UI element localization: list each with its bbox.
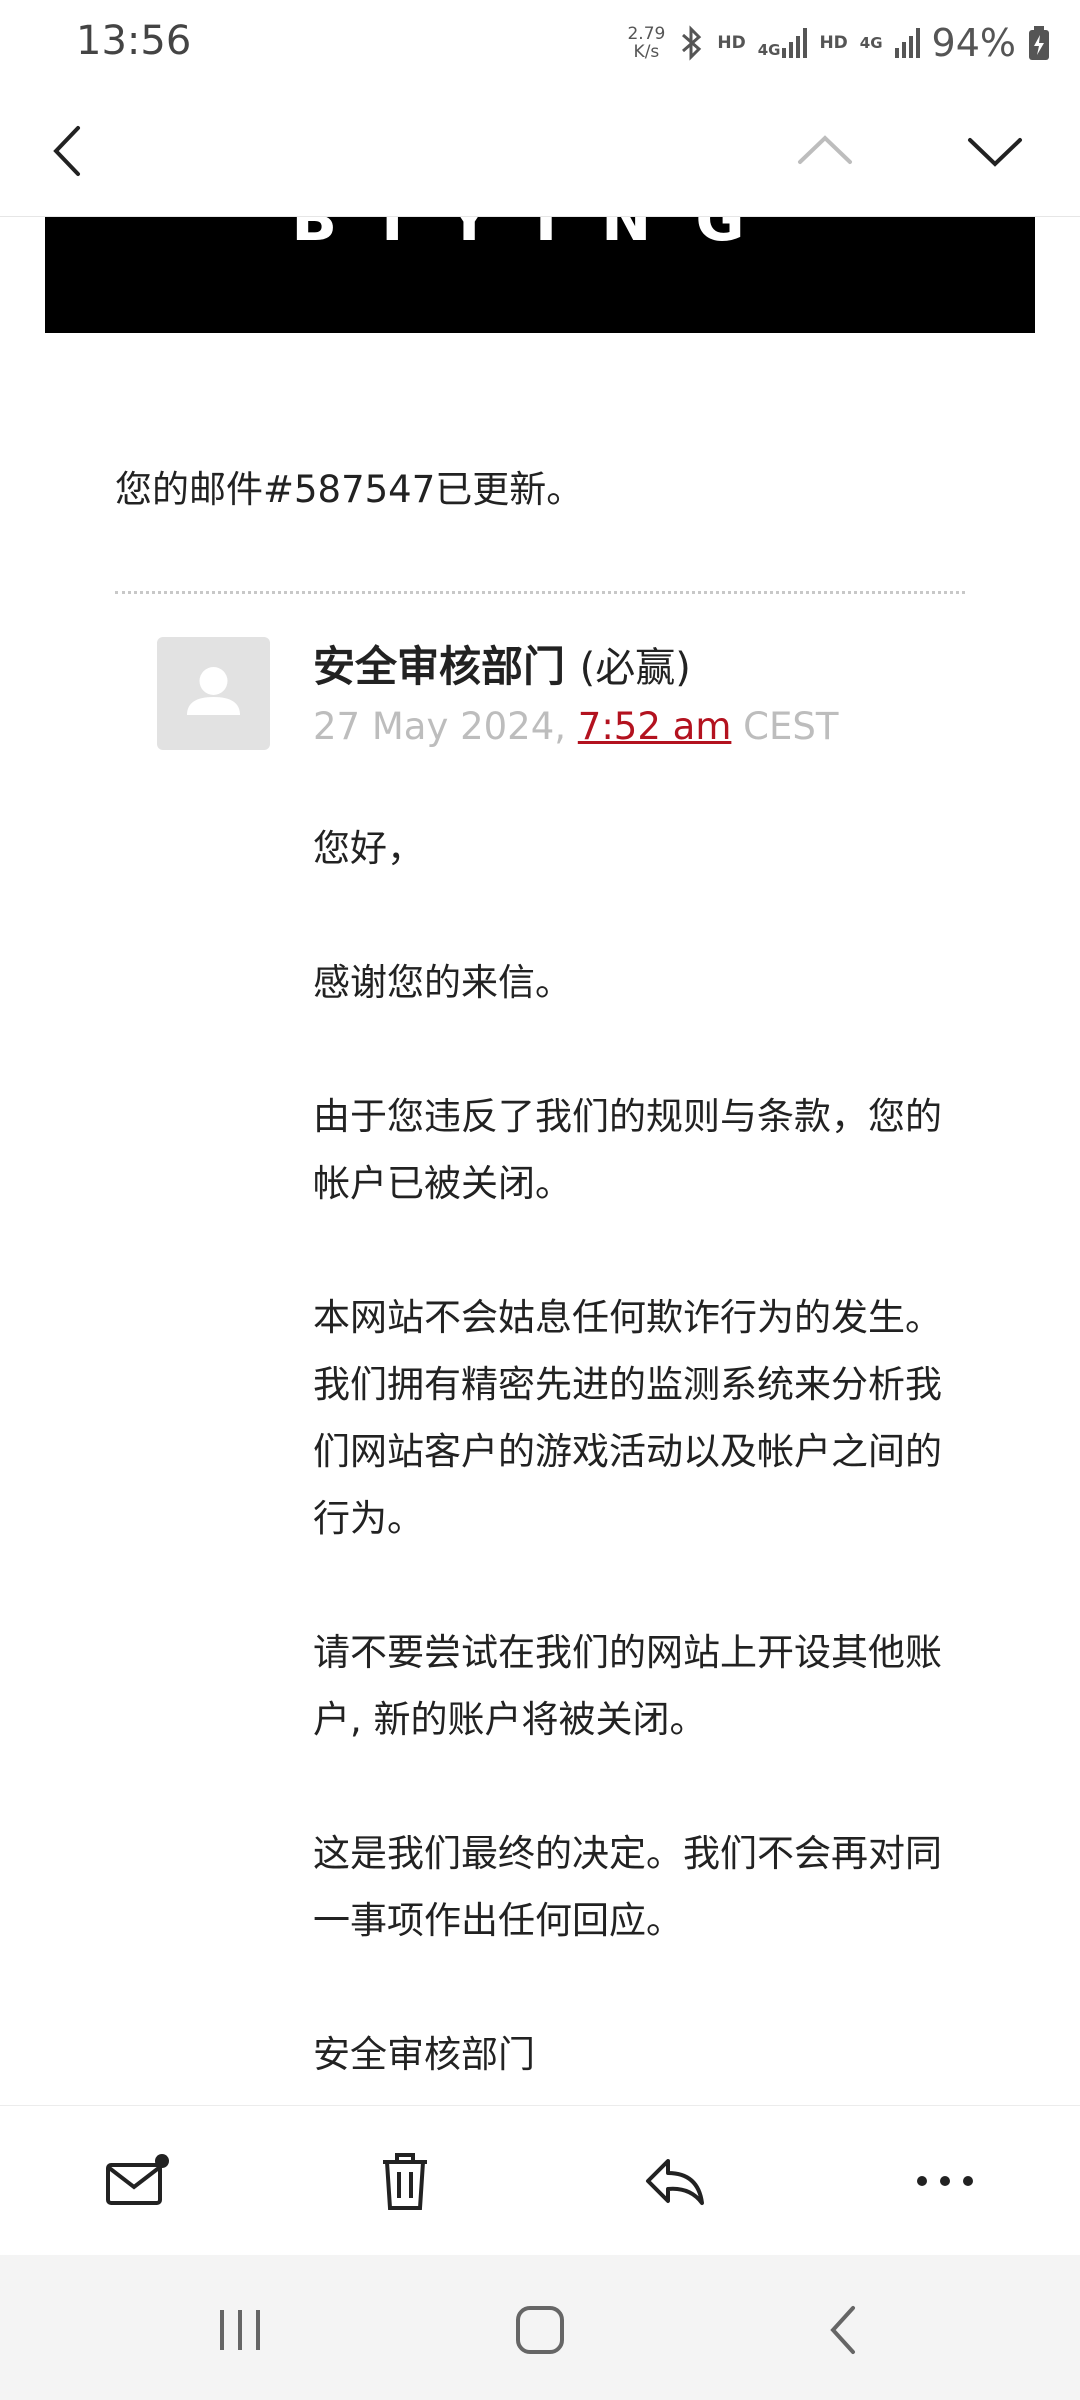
back-button[interactable] xyxy=(40,116,100,186)
message-paragraph: 本网站不会姑息任何欺诈行为的发生。我们拥有精密先进的监测系统来分析我们网站客户的… xyxy=(313,1296,942,1540)
email-banner: BIYING xyxy=(45,217,1035,333)
message-paragraph: 请不要尝试在我们的网站上开设其他账户, 新的账户将被关闭。 xyxy=(313,1631,942,1741)
message-paragraph: 感谢您的来信。 xyxy=(313,961,572,1004)
sender-org: (必赢) xyxy=(579,645,691,691)
action-bar xyxy=(0,2105,1080,2256)
signal-icon-1 xyxy=(782,28,808,58)
mail-unread-icon xyxy=(106,2154,169,2205)
system-back-button[interactable] xyxy=(815,2300,875,2364)
previous-email-button[interactable] xyxy=(790,116,860,186)
network-type-2: 4G xyxy=(859,33,883,52)
hd-label-2: HD xyxy=(819,33,848,53)
next-email-button[interactable] xyxy=(960,116,1030,186)
top-nav-bar xyxy=(0,86,1080,217)
signal-icon-2 xyxy=(894,28,920,58)
message-body: 您好， 感谢您的来信。 由于您违反了我们的规则与条款，您的帐户已被关闭。 本网站… xyxy=(313,815,963,2105)
chevron-left-icon xyxy=(53,126,80,176)
chevron-up-icon xyxy=(798,135,852,164)
more-options-button[interactable] xyxy=(900,2146,990,2216)
status-time: 13:56 xyxy=(76,18,192,64)
network-type-1: 4G xyxy=(757,41,781,59)
reply-icon xyxy=(646,2159,704,2205)
trash-icon xyxy=(383,2153,427,2210)
message-timezone: CEST xyxy=(743,705,839,748)
battery-percent: 94% xyxy=(931,21,1016,65)
recent-apps-button[interactable] xyxy=(210,2300,270,2364)
sender-line: 安全审核部门 (必赢) xyxy=(313,633,691,694)
sender-name: 安全审核部门 xyxy=(313,642,566,691)
network-speed: 2.79 K/s xyxy=(627,25,665,61)
battery-charging-icon xyxy=(1029,26,1049,60)
home-button[interactable] xyxy=(510,2300,570,2364)
more-horizontal-icon xyxy=(917,2176,973,2186)
bluetooth-icon xyxy=(682,25,702,61)
network-speed-unit: K/s xyxy=(633,42,660,62)
message-date: 27 May 2024, xyxy=(313,705,567,748)
email-content[interactable]: BIYING 您的邮件#587547已更新。 安全审核部门 (必赢) 27 Ma… xyxy=(0,217,1080,2105)
chevron-down-icon xyxy=(968,138,1022,167)
back-arrow-icon xyxy=(830,2306,855,2354)
system-nav-bar xyxy=(0,2255,1080,2400)
divider xyxy=(115,591,965,594)
message-signature: 安全审核部门 xyxy=(313,2033,535,2076)
status-bar: 13:56 2.79 K/s HD 4G HD 4G 94% xyxy=(0,0,1080,86)
reply-button[interactable] xyxy=(630,2146,720,2216)
home-icon xyxy=(516,2306,564,2354)
person-icon xyxy=(187,667,240,715)
message-paragraph: 您好， xyxy=(313,827,424,870)
updated-notice: 您的邮件#587547已更新。 xyxy=(115,468,584,511)
message-paragraph: 这是我们最终的决定。我们不会再对同一事项作出任何回应。 xyxy=(313,1832,942,1942)
mark-unread-button[interactable] xyxy=(90,2146,180,2216)
message-date-line: 27 May 2024, 7:52 am CEST xyxy=(313,705,838,748)
message-paragraph: 由于您违反了我们的规则与条款，您的帐户已被关闭。 xyxy=(313,1095,942,1205)
recent-apps-icon xyxy=(220,2310,260,2350)
avatar xyxy=(157,637,270,750)
network-speed-value: 2.79 xyxy=(627,24,666,44)
status-icons: 2.79 K/s HD 4G HD 4G 94% xyxy=(627,18,1050,68)
message-time-link[interactable]: 7:52 am xyxy=(578,705,732,748)
hd-label-1: HD xyxy=(717,33,746,53)
delete-button[interactable] xyxy=(360,2146,450,2216)
banner-logo: BIYING xyxy=(291,217,789,255)
